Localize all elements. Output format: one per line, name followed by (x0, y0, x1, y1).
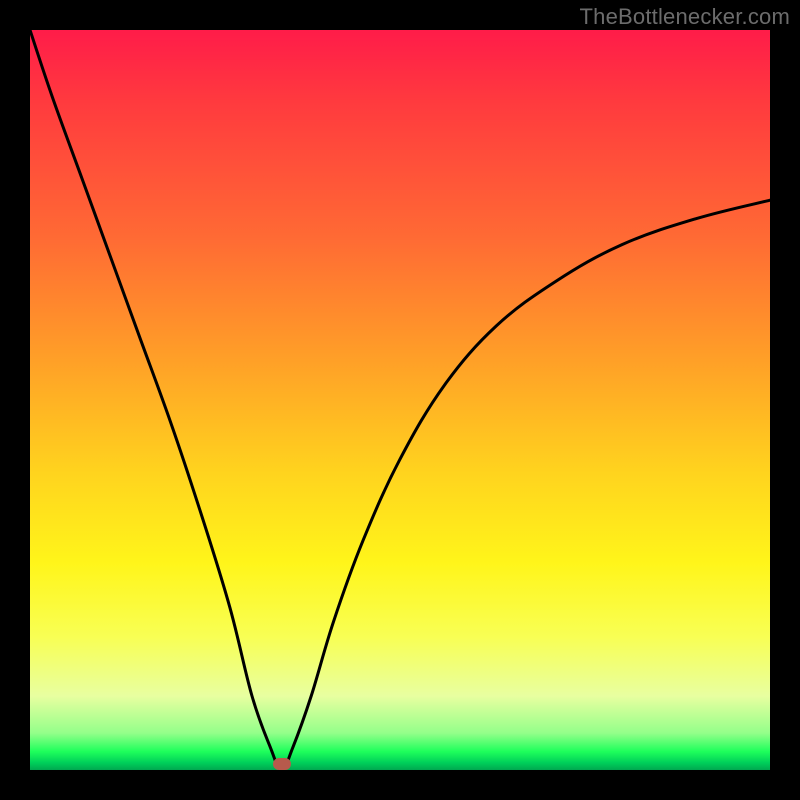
chart-frame: TheBottlenecker.com (0, 0, 800, 800)
optimal-point-marker (273, 758, 291, 770)
bottleneck-curve (30, 30, 770, 770)
plot-area (30, 30, 770, 770)
watermark-text: TheBottlenecker.com (580, 4, 790, 30)
